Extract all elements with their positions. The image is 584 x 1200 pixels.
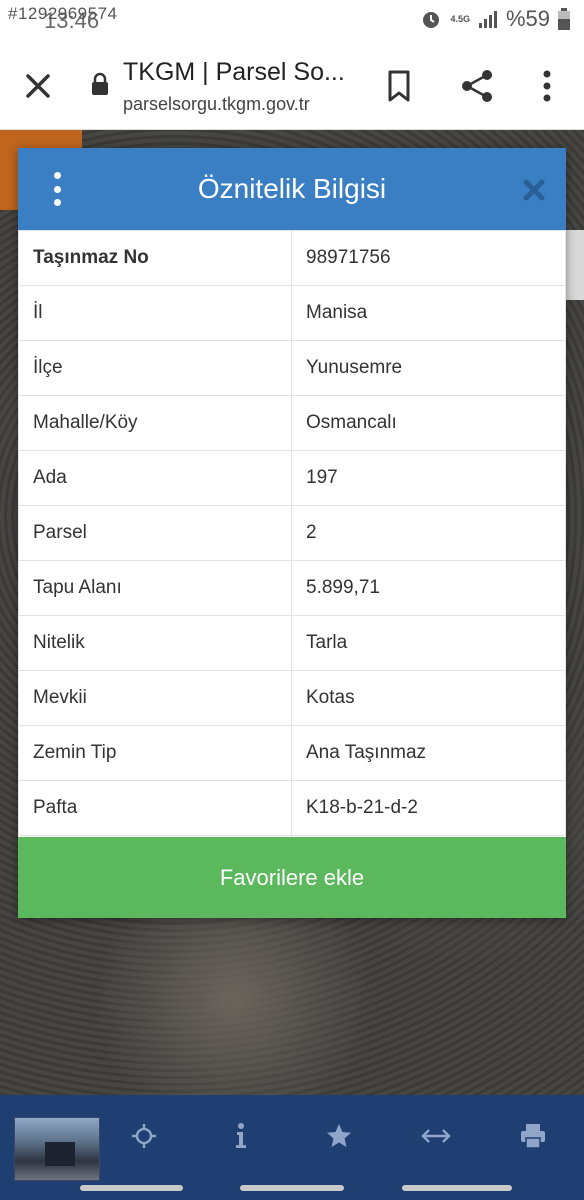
share-icon[interactable] xyxy=(458,68,496,104)
alarm-icon xyxy=(423,12,440,28)
attribute-row: Nitelik Tarla xyxy=(18,615,566,671)
browser-toolbar: TKGM | Parsel So... parselsorgu.tkgm.gov… xyxy=(0,40,584,130)
attribute-value: Ana Taşınmaz xyxy=(291,725,566,781)
watermark-text: #1292969574 xyxy=(8,4,118,23)
attribute-row: İl Manisa xyxy=(18,285,566,341)
battery-icon xyxy=(558,8,570,30)
attribute-info-modal: Öznitelik Bilgisi Taşınmaz No 98971756 İl M… xyxy=(18,148,566,918)
attribute-key: Mevkii xyxy=(18,670,292,726)
star-icon[interactable] xyxy=(321,1121,357,1151)
attribute-key: Parsel xyxy=(18,505,292,561)
battery-percent: %59 xyxy=(505,6,550,31)
modal-title: Öznitelik Bilgisi xyxy=(197,173,387,204)
attribute-row: İlçe Yunusemre xyxy=(18,340,566,396)
attribute-value: Kotas xyxy=(291,670,566,726)
page-url[interactable]: parselsorgu.tkgm.gov.tr xyxy=(123,94,310,115)
attribute-value: 5.899,71 xyxy=(291,560,566,616)
signal-icon xyxy=(478,11,497,28)
attribute-key: İlçe xyxy=(18,340,292,396)
page-title: TKGM | Parsel So... xyxy=(123,58,345,86)
modal-close-icon[interactable] xyxy=(518,174,550,206)
modal-header: Öznitelik Bilgisi xyxy=(18,148,566,230)
close-icon[interactable] xyxy=(20,68,56,104)
attribute-row: Zemin Tip Ana Taşınmaz xyxy=(18,725,566,781)
network-type: 4.5G xyxy=(450,14,470,24)
attribute-key: Nitelik xyxy=(18,615,292,671)
add-to-favorites-button[interactable]: Favorilere ekle xyxy=(18,837,566,918)
attribute-key: Ada xyxy=(18,450,292,506)
attribute-key: İl xyxy=(18,285,292,341)
attribute-key: Pafta xyxy=(18,780,292,836)
status-icons: 4.5G %59 xyxy=(420,6,570,32)
status-bar: 13:46 #1292969574 4.5G %59 xyxy=(0,0,584,40)
lock-icon xyxy=(92,72,108,95)
map-scrollbar[interactable] xyxy=(566,230,584,300)
attribute-key: Tapu Alanı xyxy=(18,560,292,616)
more-vert-icon[interactable] xyxy=(532,68,562,104)
nav-indicator-center xyxy=(240,1185,344,1191)
measure-icon[interactable] xyxy=(418,1121,454,1151)
attribute-row: Pafta K18-b-21-d-2 xyxy=(18,780,566,836)
attribute-key: Taşınmaz No xyxy=(18,230,292,286)
bookmark-icon[interactable] xyxy=(382,68,416,104)
attribute-value: Yunusemre xyxy=(291,340,566,396)
attribute-row: Ada 197 xyxy=(18,450,566,506)
nav-indicator-left xyxy=(80,1185,183,1191)
attribute-value: 197 xyxy=(291,450,566,506)
attribute-value: Tarla xyxy=(291,615,566,671)
attribute-value: 2 xyxy=(291,505,566,561)
modal-menu-icon[interactable] xyxy=(46,172,68,206)
attribute-row: Taşınmaz No 98971756 xyxy=(18,230,566,286)
attribute-value: K18-b-21-d-2 xyxy=(291,780,566,836)
info-icon[interactable] xyxy=(223,1121,259,1151)
print-icon[interactable] xyxy=(515,1121,551,1151)
attribute-key: Zemin Tip xyxy=(18,725,292,781)
attribute-table: Taşınmaz No 98971756 İl Manisa İlçe Yunusemre… xyxy=(18,230,566,836)
nav-indicator-right xyxy=(402,1185,512,1191)
attribute-row: Parsel 2 xyxy=(18,505,566,561)
attribute-value: 98971756 xyxy=(291,230,566,286)
attribute-value: Osmancalı xyxy=(291,395,566,451)
attribute-row: Mahalle/Köy Osmancalı xyxy=(18,395,566,451)
attribute-key: Mahalle/Köy xyxy=(18,395,292,451)
attribute-value: Manisa xyxy=(291,285,566,341)
attribute-row: Mevkii Kotas xyxy=(18,670,566,726)
attribute-row: Tapu Alanı 5.899,71 xyxy=(18,560,566,616)
basemap-thumbnail[interactable] xyxy=(14,1117,100,1181)
crosshair-icon[interactable] xyxy=(126,1121,162,1151)
